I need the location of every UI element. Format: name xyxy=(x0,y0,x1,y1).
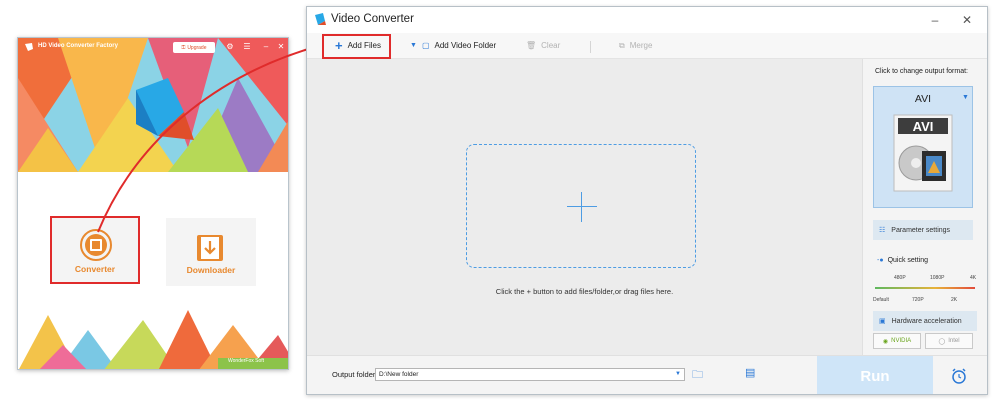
intel-toggle[interactable]: ◯ Intel xyxy=(925,333,973,349)
alarm-clock-icon[interactable] xyxy=(950,367,968,385)
toolbar-divider xyxy=(590,41,591,53)
merge-label: Merge xyxy=(629,41,653,50)
svg-text:AVI: AVI xyxy=(913,119,934,134)
toolbar: + Add Files ▼ ▢ Add Video Folder 🗑 Clear… xyxy=(307,33,987,59)
tick-720p: 720P xyxy=(912,297,924,303)
dropdown-arrow-icon: ▼ xyxy=(962,94,969,101)
open-folder-icon[interactable]: 🗀 xyxy=(692,366,703,385)
video-converter-window: Video Converter – ✕ + Add Files ▼ ▢ Add … xyxy=(306,6,988,395)
clear-label: Clear xyxy=(541,41,561,50)
folder-export-icon[interactable]: ▤ xyxy=(745,366,755,379)
video-converter-logo-icon xyxy=(315,13,326,25)
add-video-folder-label: Add Video Folder xyxy=(434,41,497,50)
output-folder-label: Output folder: xyxy=(332,370,378,379)
tick-4k: 4K xyxy=(970,275,977,281)
plus-icon: + xyxy=(335,38,343,53)
plus-icon-v xyxy=(581,192,582,222)
nvidia-icon: ◉ xyxy=(882,338,889,345)
add-files-label: Add Files xyxy=(347,41,381,50)
add-files-button[interactable]: + Add Files xyxy=(335,39,381,53)
trash-icon: 🗑 xyxy=(526,41,537,50)
run-button[interactable]: Run xyxy=(817,356,933,394)
output-format-panel: Click to change output format: AVI ▼ AVI… xyxy=(862,59,987,355)
main-window-title: Video Converter xyxy=(331,13,414,25)
intel-icon: ◯ xyxy=(938,338,946,345)
bottom-bar: Output folder: D:\New folder ▼ 🗀 ▤ Run xyxy=(307,355,987,394)
plus-icon-h xyxy=(567,206,597,207)
hardware-acceleration-label: Hardware acceleration xyxy=(891,317,962,325)
tick-1080p: 1080P xyxy=(930,275,945,281)
avi-format-icon: AVI xyxy=(893,114,953,192)
output-folder-field[interactable]: D:\New folder ▼ xyxy=(375,368,685,381)
nvidia-label: NVIDIA xyxy=(891,338,912,344)
main-titlebar: Video Converter – ✕ xyxy=(307,7,987,33)
quick-setting-label: -● Quick setting xyxy=(877,257,928,264)
parameter-settings-button[interactable]: ☷ Parameter settings xyxy=(873,220,973,240)
minimize-icon[interactable]: – xyxy=(926,11,944,29)
slider-icon: -● xyxy=(877,257,884,264)
merge-icon: ⧉ xyxy=(619,41,625,50)
merge-button[interactable]: ⧉ Merge xyxy=(619,39,652,53)
tick-480p: 480P xyxy=(894,275,906,281)
output-format-caption: Click to change output format: xyxy=(875,68,968,75)
add-files-dropzone[interactable] xyxy=(466,144,696,268)
tick-default: Default xyxy=(873,297,889,303)
close-icon[interactable]: ✕ xyxy=(958,11,976,29)
hardware-acceleration-button[interactable]: ▣ Hardware acceleration xyxy=(873,311,977,331)
chip-icon: ▣ xyxy=(879,318,886,325)
nvidia-toggle[interactable]: ◉ NVIDIA xyxy=(873,333,921,349)
quality-slider[interactable] xyxy=(875,287,975,289)
file-drop-area[interactable]: Click the + button to add files/folder,o… xyxy=(307,59,862,355)
dropdown-arrow-icon[interactable]: ▼ xyxy=(675,369,681,380)
output-format-selector[interactable]: AVI ▼ AVI xyxy=(873,86,973,208)
folder-icon: ▢ xyxy=(421,41,430,50)
tick-2k: 2K xyxy=(951,297,958,303)
drop-hint-text: Click the + button to add files/folder,o… xyxy=(495,287,674,296)
sliders-icon: ☷ xyxy=(879,227,886,234)
format-name: AVI xyxy=(914,93,932,105)
intel-label: Intel xyxy=(948,338,960,344)
output-folder-value: D:\New folder xyxy=(379,371,419,378)
add-video-folder-button[interactable]: ▼ ▢ Add Video Folder xyxy=(410,39,496,53)
parameter-settings-label: Parameter settings xyxy=(891,226,951,234)
clear-button[interactable]: 🗑 Clear xyxy=(526,39,560,53)
quick-setting-text: Quick setting xyxy=(887,257,929,264)
dropdown-arrow-icon: ▼ xyxy=(410,42,417,49)
